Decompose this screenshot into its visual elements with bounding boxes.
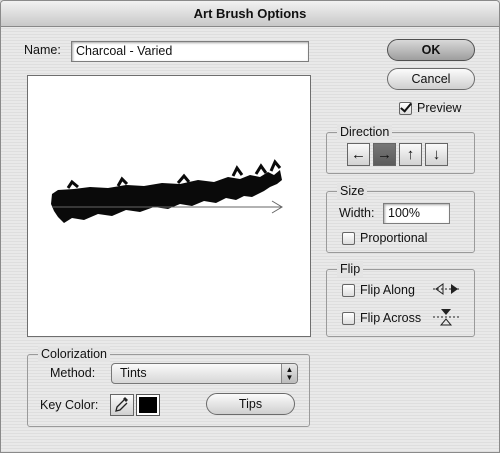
width-field[interactable]: 100%: [383, 203, 450, 224]
method-select[interactable]: Tints ▲ ▼: [111, 363, 298, 384]
flip-title: Flip: [337, 261, 364, 277]
name-label: Name:: [24, 43, 61, 57]
direction-group: Direction ← → ↑ ↓: [326, 124, 475, 174]
direction-left-button[interactable]: ←: [347, 143, 370, 166]
flip-across-icon: [433, 309, 459, 326]
art-brush-options-dialog: Art Brush Options Name: Charcoal - Varie…: [0, 0, 500, 453]
brush-preview: [27, 75, 311, 337]
flip-along-icon: [433, 283, 459, 295]
direction-title: Direction: [337, 124, 393, 140]
flip-along-label: Flip Along: [360, 283, 415, 297]
size-group: Size Width: 100% Proportional: [326, 183, 475, 253]
window-title: Art Brush Options: [1, 1, 499, 27]
proportional-label: Proportional: [360, 231, 428, 245]
size-title: Size: [337, 183, 368, 199]
direction-right-button[interactable]: →: [373, 143, 396, 166]
name-field[interactable]: Charcoal - Varied: [71, 41, 309, 62]
flip-group: Flip Flip Along Flip Across: [326, 261, 475, 337]
method-value: Tints: [120, 366, 147, 380]
ok-button[interactable]: OK: [387, 39, 475, 61]
eyedropper-button[interactable]: [110, 394, 134, 416]
tips-button[interactable]: Tips: [206, 393, 295, 415]
preview-checkbox[interactable]: [399, 102, 412, 115]
proportional-checkbox[interactable]: [342, 232, 355, 245]
key-color-fill: [139, 397, 157, 413]
flip-along-checkbox[interactable]: [342, 284, 355, 297]
method-label: Method:: [50, 366, 96, 380]
select-arrows-icon: ▲ ▼: [281, 364, 297, 383]
cancel-button[interactable]: Cancel: [387, 68, 475, 90]
colorization-title: Colorization: [38, 346, 111, 362]
charcoal-stroke-preview: [51, 159, 283, 223]
preview-label: Preview: [417, 101, 462, 115]
key-color-label: Key Color:: [40, 398, 99, 412]
key-color-swatch[interactable]: [136, 394, 160, 416]
colorization-group: Colorization Method: Tints ▲ ▼ Key Color:…: [27, 346, 310, 427]
direction-up-button[interactable]: ↑: [399, 143, 422, 166]
width-label: Width:: [339, 206, 375, 220]
flip-across-label: Flip Across: [360, 311, 422, 325]
flip-across-checkbox[interactable]: [342, 312, 355, 325]
eyedropper-icon: [115, 397, 128, 412]
direction-down-button[interactable]: ↓: [425, 143, 448, 166]
